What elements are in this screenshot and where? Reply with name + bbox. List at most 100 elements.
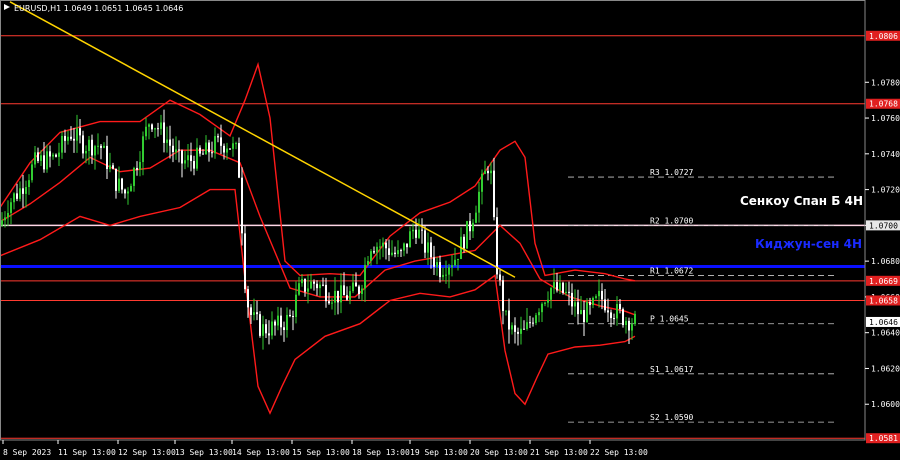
- candle-body: [466, 221, 468, 249]
- candle-body: [1, 220, 3, 226]
- candle-body: [526, 322, 528, 330]
- x-tick-label: 13 Sep 13:00: [175, 448, 233, 457]
- candle-body: [226, 148, 228, 153]
- candle-body: [4, 217, 6, 221]
- candle-body: [244, 233, 246, 290]
- candle-body: [283, 327, 285, 331]
- candle-body: [349, 291, 351, 300]
- candle-body: [436, 262, 438, 267]
- candle-body: [238, 143, 240, 178]
- x-tick-label: 11 Sep 13:00: [58, 448, 116, 457]
- candle-body: [343, 285, 345, 296]
- candle-body: [328, 301, 330, 304]
- level-badge-label: 1.0806: [869, 32, 898, 41]
- candle-body: [184, 160, 186, 164]
- candle-body: [502, 280, 504, 312]
- candle-body: [418, 229, 420, 238]
- candle-body: [301, 278, 303, 284]
- candle-body: [235, 143, 237, 145]
- pivot-label: R3 1.0727: [650, 168, 694, 177]
- candle-body: [634, 313, 636, 324]
- candle-body: [613, 318, 615, 320]
- candle-body: [298, 283, 300, 295]
- x-tick-label: 8 Sep 2023: [3, 448, 51, 457]
- candle-body: [118, 178, 120, 191]
- candle-body: [598, 290, 600, 297]
- symbol-title: EURUSD,H1 1.0649 1.0651 1.0645 1.0646: [14, 4, 183, 13]
- candle-body: [400, 250, 402, 252]
- candle-body: [577, 302, 579, 315]
- current-price-label: 1.0646: [869, 318, 898, 327]
- candle-body: [169, 139, 171, 146]
- candle-body: [574, 302, 576, 307]
- candle-body: [442, 274, 444, 278]
- candle-body: [454, 259, 456, 266]
- candle-body: [367, 261, 369, 265]
- candle-body: [112, 165, 114, 169]
- candle-body: [484, 170, 486, 174]
- candle-body: [310, 281, 312, 289]
- candle-body: [382, 242, 384, 247]
- candle-body: [520, 328, 522, 334]
- candle-body: [481, 173, 483, 192]
- y-tick-label: 1.0780: [871, 78, 900, 87]
- candle-body: [472, 222, 474, 232]
- candle-body: [403, 243, 405, 251]
- forex-chart[interactable]: R3 1.0727 R2 1.0700 R1 1.0672 P 1.0645 S1 1.…: [0, 0, 900, 460]
- candle-body: [490, 170, 492, 174]
- candle-body: [55, 154, 57, 157]
- pivot-label: S2 1.0590: [650, 413, 694, 422]
- candle-body: [178, 149, 180, 151]
- level-badge-label: 1.0700: [869, 221, 898, 230]
- pivot-label: R1 1.0672: [650, 266, 694, 275]
- candle-body: [217, 136, 219, 138]
- candle-body: [172, 145, 174, 153]
- candle-body: [166, 139, 168, 143]
- candle-body: [58, 152, 60, 157]
- candle-body: [271, 321, 273, 336]
- candle-body: [583, 310, 585, 323]
- y-tick-label: 1.0720: [871, 186, 900, 195]
- candle-body: [556, 282, 558, 291]
- candle-body: [376, 246, 378, 253]
- candle-body: [508, 310, 510, 330]
- candle-body: [127, 191, 129, 194]
- candle-body: [94, 146, 96, 156]
- candle-body: [46, 151, 48, 170]
- pivot-label: P 1.0645: [650, 315, 689, 324]
- candle-body: [496, 217, 498, 275]
- y-tick-label: 1.0600: [871, 400, 900, 409]
- candle-body: [541, 303, 543, 313]
- candle-body: [190, 155, 192, 162]
- candle-body: [406, 243, 408, 248]
- candle-body: [31, 164, 33, 181]
- candle-body: [433, 257, 435, 267]
- candle-body: [586, 301, 588, 323]
- candle-body: [19, 188, 21, 199]
- level-badge-label: 1.0581: [869, 434, 898, 443]
- candle-body: [346, 295, 348, 300]
- candle-body: [493, 170, 495, 218]
- candle-body: [445, 274, 447, 276]
- candle-body: [505, 310, 507, 312]
- candle-body: [37, 152, 39, 161]
- candle-body: [196, 147, 198, 169]
- candle-body: [610, 312, 612, 319]
- candle-body: [241, 177, 243, 234]
- candle-body: [424, 230, 426, 253]
- candle-body: [193, 161, 195, 169]
- candle-body: [448, 267, 450, 275]
- candle-body: [394, 252, 396, 255]
- candle-body: [136, 167, 138, 170]
- candle-body: [280, 315, 282, 328]
- candle-body: [550, 288, 552, 300]
- candle-body: [232, 143, 234, 149]
- candle-body: [256, 312, 258, 315]
- candle-body: [91, 139, 93, 156]
- candle-body: [316, 283, 318, 289]
- candle-body: [628, 320, 630, 331]
- candle-body: [307, 288, 309, 292]
- level-badge-label: 1.0669: [869, 277, 898, 286]
- candle-body: [64, 135, 66, 141]
- candle-body: [100, 145, 102, 148]
